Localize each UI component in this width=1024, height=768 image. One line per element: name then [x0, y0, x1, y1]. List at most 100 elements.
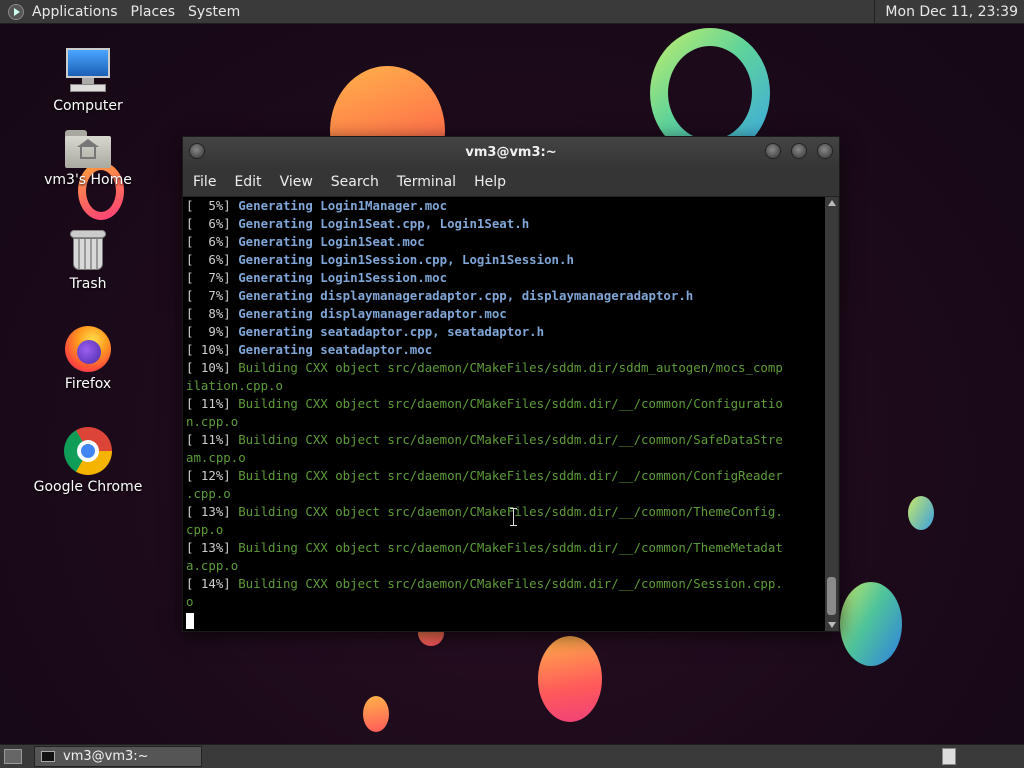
prompt-line: [183, 611, 825, 629]
line-text: am.cpp.o: [186, 450, 246, 465]
close-button[interactable]: [817, 143, 833, 159]
desktop-icon-chrome[interactable]: Google Chrome: [28, 427, 148, 495]
line-text: Building CXX object src/daemon/CMakeFile…: [238, 468, 783, 483]
terminal-line: [ 6%] Generating Login1Seat.cpp, Login1S…: [183, 215, 825, 233]
scroll-down-arrow-icon[interactable]: [828, 622, 836, 628]
line-text: Building CXX object src/daemon/CMakeFile…: [238, 396, 783, 411]
taskbar-window-label: vm3@vm3:~: [63, 749, 149, 764]
desktop-icon-label: vm3's Home: [44, 172, 132, 188]
progress-percent: [ 13%]: [186, 540, 239, 555]
terminal-line: ilation.cpp.o: [183, 377, 825, 395]
desktop-icon-home[interactable]: vm3's Home: [28, 128, 148, 188]
line-text: Generating displaymanageradaptor.moc: [238, 306, 507, 321]
terminal-lines: [ 5%] Generating Login1Manager.moc [ 6%] …: [183, 197, 825, 611]
taskbar-window-button[interactable]: vm3@vm3:~: [34, 746, 202, 767]
menu-file[interactable]: File: [193, 174, 216, 190]
wallpaper-sphere-right: [840, 582, 902, 666]
progress-percent: [ 5%]: [186, 198, 239, 213]
desktop-icon-label: Firefox: [64, 376, 112, 392]
terminal-line: [ 6%] Generating Login1Session.cpp, Logi…: [183, 251, 825, 269]
progress-percent: [ 11%]: [186, 432, 239, 447]
progress-percent: [ 6%]: [186, 216, 239, 231]
terminal-line: [ 7%] Generating Login1Session.moc: [183, 269, 825, 287]
menu-edit[interactable]: Edit: [234, 174, 261, 190]
line-text: Generating displaymanageradaptor.cpp, di…: [238, 288, 694, 303]
progress-percent: [ 13%]: [186, 504, 239, 519]
line-text: Generating seatadaptor.cpp, seatadaptor.…: [238, 324, 545, 339]
wallpaper-drop-right: [908, 496, 934, 530]
scroll-up-arrow-icon[interactable]: [828, 200, 836, 206]
line-text: o: [186, 594, 194, 609]
wallpaper-drop-bottom-left: [363, 696, 389, 732]
terminal-output[interactable]: [ 5%] Generating Login1Manager.moc [ 6%] …: [183, 197, 825, 631]
progress-percent: [ 8%]: [186, 306, 239, 321]
menu-search[interactable]: Search: [331, 174, 379, 190]
line-text: Generating Login1Seat.moc: [238, 234, 425, 249]
menu-terminal[interactable]: Terminal: [397, 174, 456, 190]
line-text: Building CXX object src/daemon/CMakeFile…: [238, 576, 783, 591]
progress-percent: [ 14%]: [186, 576, 239, 591]
terminal-line: [ 7%] Generating displaymanageradaptor.c…: [183, 287, 825, 305]
progress-percent: [ 11%]: [186, 396, 239, 411]
terminal-line: a.cpp.o: [183, 557, 825, 575]
trash-icon: [70, 230, 106, 272]
terminal-line: [ 11%] Building CXX object src/daemon/CM…: [183, 431, 825, 449]
menu-system[interactable]: System: [188, 4, 240, 20]
line-text: Building CXX object src/daemon/CMakeFile…: [238, 360, 783, 375]
terminal-line: [ 10%] Building CXX object src/daemon/CM…: [183, 359, 825, 377]
menu-help[interactable]: Help: [474, 174, 506, 190]
firefox-icon: [65, 326, 111, 372]
line-text: .cpp.o: [186, 486, 231, 501]
line-text: Generating Login1Seat.cpp, Login1Seat.h: [238, 216, 530, 231]
line-text: cpp.o: [186, 522, 224, 537]
line-text: Building CXX object src/daemon/CMakeFile…: [238, 540, 783, 555]
chrome-icon: [64, 427, 112, 475]
menu-applications[interactable]: Applications: [32, 4, 118, 20]
terminal-line: n.cpp.o: [183, 413, 825, 431]
window-title: vm3@vm3:~: [465, 145, 557, 160]
terminal-scrollbar[interactable]: [825, 197, 838, 631]
minimize-button[interactable]: [765, 143, 781, 159]
progress-percent: [ 7%]: [186, 288, 239, 303]
progress-percent: [ 10%]: [186, 342, 239, 357]
text-cursor: [186, 612, 194, 629]
terminal-line: cpp.o: [183, 521, 825, 539]
terminal-line: [ 6%] Generating Login1Seat.moc: [183, 233, 825, 251]
maximize-button[interactable]: [791, 143, 807, 159]
desktop-icon-trash[interactable]: Trash: [28, 230, 148, 292]
terminal-window[interactable]: vm3@vm3:~ File Edit View Search Terminal…: [182, 136, 840, 632]
terminal-line: [ 12%] Building CXX object src/daemon/CM…: [183, 467, 825, 485]
clock[interactable]: Mon Dec 11, 23:39: [874, 0, 1024, 24]
desktop-icon-label: Google Chrome: [33, 479, 143, 495]
line-text: Generating seatadaptor.moc: [238, 342, 433, 357]
main-menu-logo-icon[interactable]: [8, 3, 24, 20]
progress-percent: [ 6%]: [186, 234, 239, 249]
terminal-line: [ 11%] Building CXX object src/daemon/CM…: [183, 395, 825, 413]
terminal-menubar: File Edit View Search Terminal Help: [183, 168, 839, 197]
terminal-line: [ 14%] Building CXX object src/daemon/CM…: [183, 575, 825, 593]
show-desktop-icon[interactable]: [4, 749, 22, 764]
wallpaper-sphere-bottom: [538, 636, 602, 722]
home-folder-icon: [65, 128, 111, 168]
line-text: Generating Login1Manager.moc: [238, 198, 448, 213]
terminal-line: [ 10%] Generating seatadaptor.moc: [183, 341, 825, 359]
terminal-line: .cpp.o: [183, 485, 825, 503]
desktop-icon-computer[interactable]: Computer: [28, 46, 148, 114]
progress-percent: [ 10%]: [186, 360, 239, 375]
progress-percent: [ 7%]: [186, 270, 239, 285]
top-panel-menus: Applications Places System: [32, 4, 253, 20]
desktop-icon-firefox[interactable]: Firefox: [28, 326, 148, 392]
top-panel: Applications Places System Mon Dec 11, 2…: [0, 0, 1024, 24]
menu-view[interactable]: View: [280, 174, 313, 190]
line-text: Generating Login1Session.cpp, Login1Sess…: [238, 252, 574, 267]
terminal-line: [ 8%] Generating displaymanageradaptor.m…: [183, 305, 825, 323]
progress-percent: [ 9%]: [186, 324, 239, 339]
terminal-icon: [41, 751, 55, 762]
terminal-titlebar[interactable]: vm3@vm3:~: [183, 137, 839, 168]
computer-icon: [64, 46, 112, 94]
desktop-icon-label: Computer: [53, 98, 123, 114]
scrollbar-thumb[interactable]: [827, 577, 836, 615]
line-text: n.cpp.o: [186, 414, 239, 429]
workspace-switcher[interactable]: [942, 748, 956, 765]
menu-places[interactable]: Places: [131, 4, 176, 20]
